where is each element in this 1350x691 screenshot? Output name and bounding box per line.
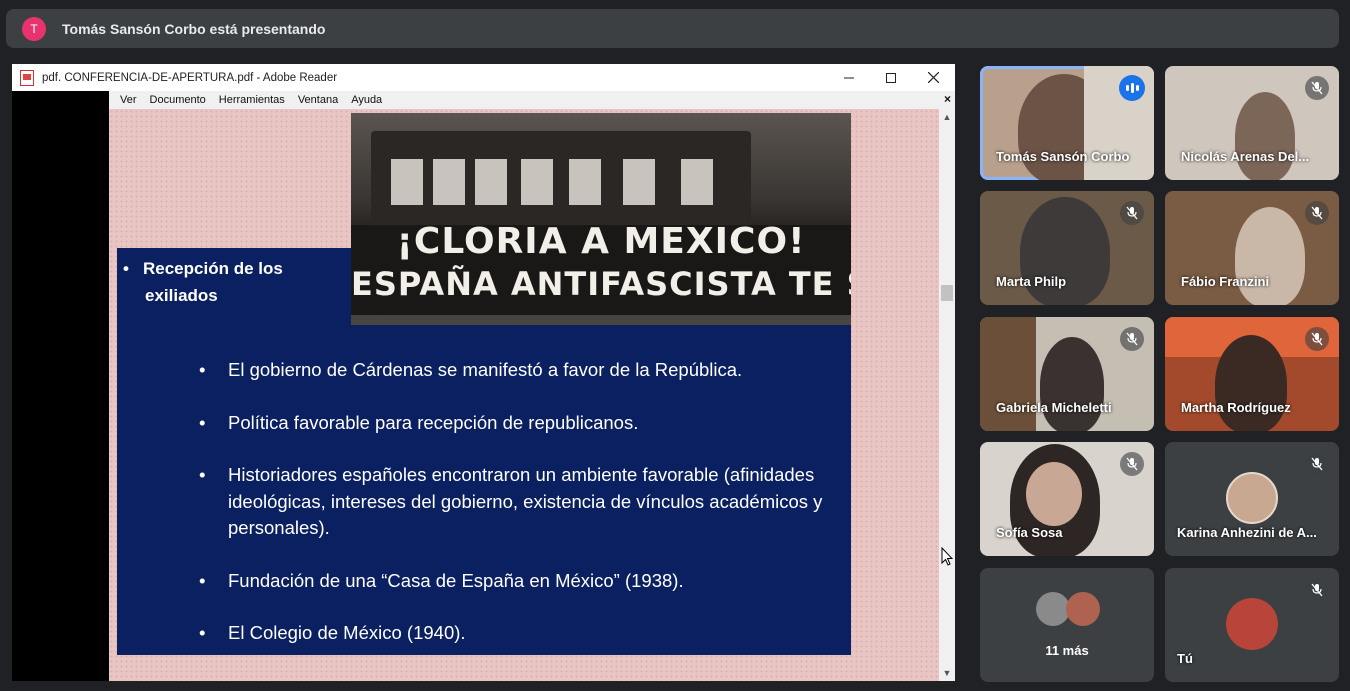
participant-face <box>1026 462 1082 526</box>
menu-ayuda[interactable]: Ayuda <box>351 94 382 106</box>
photo-window <box>391 159 423 205</box>
participant-name: Sofía Sosa <box>996 525 1063 540</box>
pdf-page: ¡CLORIA A MEXICO! ESPAÑA ANTIFASCISTA TE… <box>109 109 939 681</box>
participant-name: Fábio Franzini <box>1181 274 1270 289</box>
maximize-icon[interactable] <box>869 64 913 91</box>
mic-off-icon <box>1120 452 1144 476</box>
participant-tile[interactable]: Nicolás Arenas Del... <box>1165 66 1339 180</box>
mic-off-icon <box>1305 578 1329 602</box>
mic-off-icon <box>1305 76 1329 100</box>
menu-documento[interactable]: Documento <box>150 94 206 106</box>
slide-heading-line1: Recepción de los <box>143 259 283 278</box>
photo-window <box>569 159 601 205</box>
slide-bullet-list: El gobierno de Cárdenas se manifestó a f… <box>199 357 849 673</box>
participant-avatar <box>1226 472 1278 524</box>
menu-herramientas[interactable]: Herramientas <box>219 94 285 106</box>
self-avatar <box>1226 598 1278 650</box>
slide-bullet: El Colegio de México (1940). <box>199 620 849 647</box>
photo-sign-line1: ¡CLORIA A MEXICO! <box>396 221 806 262</box>
participant-tile[interactable]: Sofía Sosa <box>980 442 1154 556</box>
participant-name: Karina Anhezini de A... <box>1177 525 1317 540</box>
menu-ver[interactable]: Ver <box>120 94 137 106</box>
close-icon[interactable] <box>911 64 955 91</box>
more-participants-label: 11 más <box>1045 643 1089 658</box>
participant-video <box>1235 92 1295 180</box>
slide-heading-line2: exiliados <box>145 286 218 305</box>
photo-window <box>681 159 713 205</box>
reader-titlebar: pdf. CONFERENCIA-DE-APERTURA.pdf - Adobe… <box>12 64 955 91</box>
mic-off-icon <box>1305 201 1329 225</box>
presenting-banner: T Tomás Sansón Corbo está presentando <box>6 9 1339 48</box>
participant-tile[interactable]: Gabriela Micheletti <box>980 317 1154 431</box>
presenting-text: Tomás Sansón Corbo está presentando <box>62 20 326 37</box>
speaking-icon <box>1119 75 1145 101</box>
participant-name: Nicolás Arenas Del... <box>1181 149 1310 164</box>
participant-name: Gabriela Micheletti <box>996 400 1112 415</box>
participant-name: Martha Rodríguez <box>1181 400 1291 415</box>
photo-window <box>521 159 553 205</box>
mouse-cursor-icon <box>941 547 953 566</box>
participant-avatar <box>1066 592 1100 626</box>
mic-off-icon <box>1120 201 1144 225</box>
participant-video <box>1215 335 1287 431</box>
slide-heading: • Recepción de los exiliados <box>123 259 283 305</box>
slide-bullet: El gobierno de Cárdenas se manifestó a f… <box>199 357 849 384</box>
pdf-file-icon <box>20 69 34 86</box>
minimize-icon[interactable] <box>827 64 871 91</box>
participant-tile[interactable]: Fábio Franzini <box>1165 191 1339 305</box>
participant-name: Marta Philp <box>996 274 1067 289</box>
menu-ventana[interactable]: Ventana <box>298 94 338 106</box>
photo-window <box>623 159 655 205</box>
adobe-reader-window: pdf. CONFERENCIA-DE-APERTURA.pdf - Adobe… <box>12 64 955 681</box>
reader-title: pdf. CONFERENCIA-DE-APERTURA.pdf - Adobe… <box>42 71 338 84</box>
participant-name: Tomás Sansón Corbo <box>996 149 1130 164</box>
participant-video <box>1235 207 1305 305</box>
photo-window <box>475 159 507 205</box>
slide-bullet: Historiadores españoles encontraron un a… <box>199 462 849 542</box>
participant-tile[interactable]: Tomás Sansón Corbo <box>980 66 1154 180</box>
participant-tile[interactable]: Marta Philp <box>980 191 1154 305</box>
more-participants-tile[interactable]: 11 más <box>980 568 1154 682</box>
scroll-up-icon[interactable]: ▲ <box>939 109 955 125</box>
close-document-icon[interactable]: × <box>944 92 951 106</box>
reader-menubar: Ver Documento Herramientas Ventana Ayuda… <box>109 91 955 109</box>
self-name: Tú <box>1177 651 1193 666</box>
scroll-thumb[interactable] <box>941 285 953 301</box>
slide-bullet: Política favorable para recepción de rep… <box>199 410 849 437</box>
participant-tile[interactable]: Martha Rodríguez <box>1165 317 1339 431</box>
participant-tile[interactable]: Karina Anhezini de A... <box>1165 442 1339 556</box>
vertical-scrollbar[interactable]: ▲ ▼ <box>939 109 955 681</box>
slide-photo: ¡CLORIA A MEXICO! ESPAÑA ANTIFASCISTA TE… <box>351 113 851 325</box>
mic-off-icon <box>1120 327 1144 351</box>
scroll-down-icon[interactable]: ▼ <box>939 665 955 681</box>
photo-sign-line2: ESPAÑA ANTIFASCISTA TE SALUDA <box>351 265 851 303</box>
mic-off-icon <box>1305 327 1329 351</box>
slide-bullet: Fundación de una “Casa de España en Méxi… <box>199 568 849 595</box>
mic-off-icon <box>1305 452 1329 476</box>
participant-avatar <box>1036 592 1070 626</box>
presenter-avatar: T <box>22 16 46 41</box>
participant-video <box>1040 337 1104 431</box>
self-tile[interactable]: Tú <box>1165 568 1339 682</box>
photo-window <box>433 159 465 205</box>
